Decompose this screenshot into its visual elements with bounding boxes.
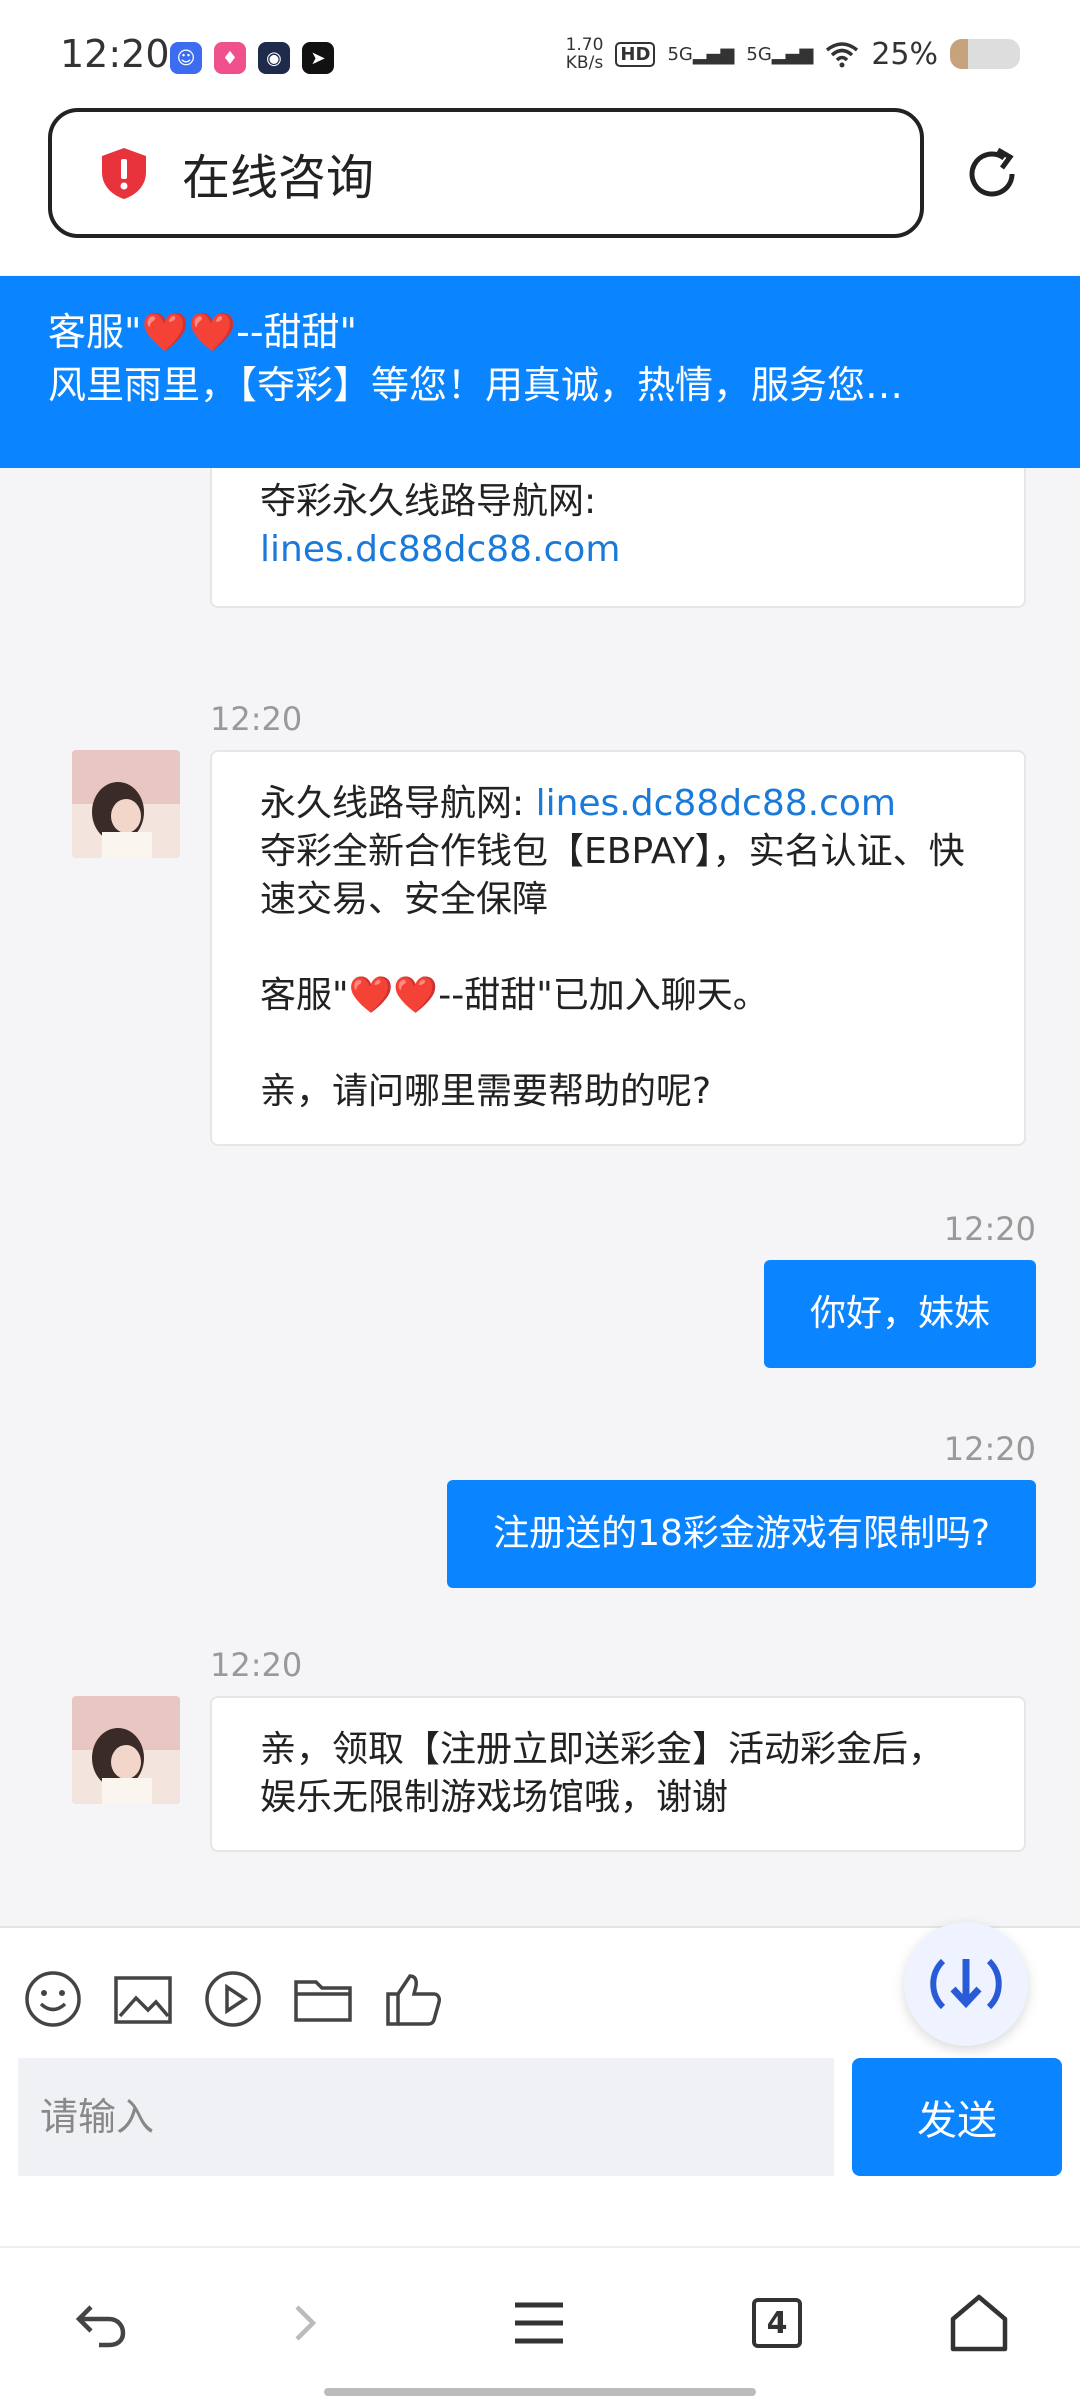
message-link[interactable]: lines.dc88dc88.com [536, 783, 896, 824]
sim2-label: 5G [746, 43, 772, 65]
incoming-message: 永久线路导航网: lines.dc88dc88.com 夺彩全新合作钱包【EBP… [210, 750, 1026, 1146]
message-text: 亲，请问哪里需要帮助的呢? [260, 1071, 712, 1112]
message-time: 12:20 [943, 1210, 1036, 1248]
browser-address-bar: 在线咨询 [0, 100, 1080, 275]
avatar [72, 750, 180, 858]
thumbs-up-icon[interactable] [382, 1968, 444, 2030]
forward-button[interactable] [270, 2288, 340, 2358]
video-icon[interactable] [202, 1968, 264, 2030]
address-field[interactable]: 在线咨询 [48, 108, 924, 238]
back-button[interactable] [66, 2288, 136, 2358]
message-time: 12:20 [210, 700, 303, 738]
back-icon [75, 2305, 126, 2348]
message-text: 夺彩全新合作钱包【EBPAY】，实名认证、快速交易、安全保障 [260, 831, 965, 920]
message-text: 客服"❤️❤️--甜甜"已加入聊天。 [260, 975, 769, 1016]
menu-button[interactable] [504, 2288, 574, 2358]
message-line: 永久线路导航网: lines.dc88dc88.com [260, 780, 976, 828]
browser-nav-bar: 4 [0, 2246, 1080, 2400]
agent-avatar-image [72, 1696, 180, 1804]
battery-fill [950, 39, 968, 69]
home-icon [950, 2294, 1008, 2352]
agent-name: 客服"❤️❤️--甜甜" [48, 310, 358, 354]
network-speed: 1.70 KB/s [566, 36, 604, 72]
speed-value: 1.70 [565, 35, 604, 55]
tabs-button[interactable]: 4 [742, 2288, 812, 2358]
status-indicators: 1.70 KB/s HD 5G▂▄▆ 5G▂▄▆ 25% [566, 36, 1020, 72]
incoming-message: 夺彩永久线路导航网: lines.dc88dc88.com [210, 468, 1026, 608]
shield-alert-icon [102, 148, 146, 199]
speed-unit: KB/s [565, 53, 604, 73]
message-composer: 发送 [0, 1922, 1080, 2246]
battery-percent: 25% [871, 36, 938, 72]
message-link[interactable]: lines.dc88dc88.com [260, 526, 976, 574]
page-title: 在线咨询 [182, 150, 375, 206]
message-text: 夺彩永久线路导航网: [260, 481, 597, 522]
agent-subtitle: 风里雨里，【夺彩】等您！用真诚，热情，服务您… [48, 363, 904, 407]
message-input[interactable] [18, 2058, 834, 2176]
app-notification-icon: ☺ [170, 42, 202, 74]
hd-icon: HD [615, 41, 656, 67]
send-button[interactable]: 发送 [852, 2058, 1062, 2176]
signal-icon: 5G▂▄▆ [746, 43, 814, 65]
avatar [72, 1696, 180, 1804]
message-time: 12:20 [943, 1430, 1036, 1468]
page: 12:20 ☺ ♦ ◉ ➤ 1.70 KB/s HD 5G▂▄▆ 5G▂▄▆ 2… [0, 0, 1080, 2400]
message-time: 12:20 [210, 1646, 303, 1684]
outgoing-message: 注册送的18彩金游戏有限制吗? [447, 1480, 1036, 1588]
home-button[interactable] [944, 2288, 1014, 2358]
forward-icon [295, 2305, 317, 2341]
menu-icon [515, 2302, 563, 2344]
notification-icons: ☺ ♦ ◉ ➤ [170, 42, 334, 74]
composer-toolbar [22, 1968, 444, 2030]
app-notification-icon: ◉ [258, 42, 290, 74]
emoji-icon[interactable] [22, 1968, 84, 2030]
folder-icon[interactable] [292, 1968, 354, 2030]
app-notification-icon: ➤ [302, 42, 334, 74]
home-indicator [324, 2388, 756, 2396]
chat-messages[interactable]: 夺彩永久线路导航网: lines.dc88dc88.com 12:20 永久线路… [0, 468, 1080, 1926]
reload-icon[interactable] [960, 142, 1024, 206]
app-notification-icon: ♦ [214, 42, 246, 74]
wifi-icon [826, 42, 859, 68]
tabs-icon: 4 [752, 2298, 802, 2348]
outgoing-message: 你好，妹妹 [763, 1260, 1036, 1368]
signal-icon: 5G▂▄▆ [667, 43, 735, 65]
chat-header: 客服"❤️❤️--甜甜" 风里雨里，【夺彩】等您！用真诚，热情，服务您… [0, 276, 1080, 468]
battery-icon [950, 39, 1020, 69]
download-float-icon [930, 1958, 1002, 2010]
agent-avatar-image [72, 750, 180, 858]
incoming-message: 亲，领取【注册立即送彩金】活动彩金后，娱乐无限制游戏场馆哦，谢谢 [210, 1696, 1026, 1852]
sim1-label: 5G [667, 43, 693, 65]
image-icon[interactable] [112, 1968, 174, 2030]
status-time: 12:20 [60, 32, 170, 76]
status-bar: 12:20 ☺ ♦ ◉ ➤ 1.70 KB/s HD 5G▂▄▆ 5G▂▄▆ 2… [0, 0, 1080, 110]
download-float-button[interactable] [904, 1922, 1028, 2046]
message-text: 永久线路导航网: [260, 783, 536, 824]
